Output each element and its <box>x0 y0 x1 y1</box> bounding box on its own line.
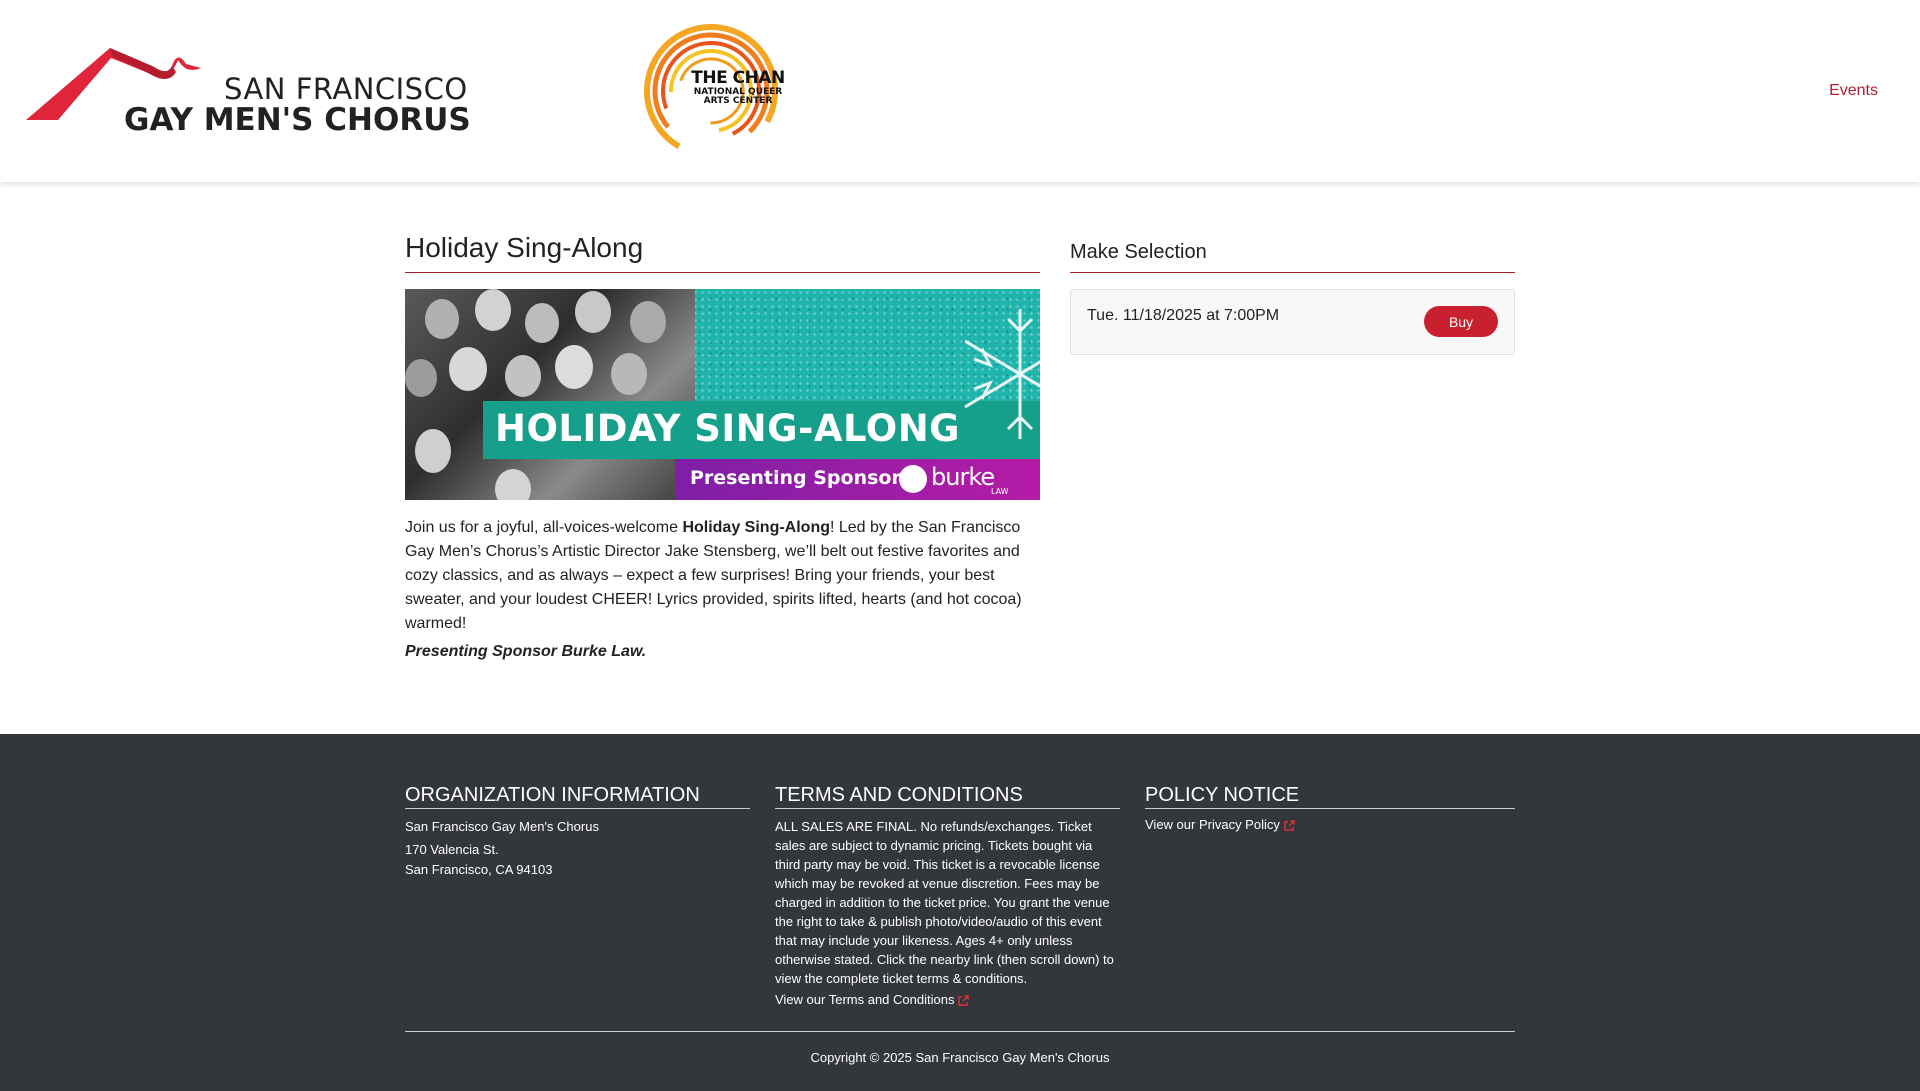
burke-logo-mark-icon <box>899 465 927 493</box>
org-address-line2: San Francisco, CA 94103 <box>405 862 553 877</box>
footer-org-info: ORGANIZATION INFORMATION San Francisco G… <box>405 784 750 879</box>
copyright-text: Copyright © 2025 San Francisco Gay Men's… <box>810 1050 1110 1065</box>
external-link-icon <box>958 994 970 1006</box>
org-name: San Francisco Gay Men's Chorus <box>405 819 599 834</box>
snowflake-icon <box>964 309 1040 439</box>
buy-button[interactable]: Buy <box>1424 306 1498 337</box>
description-event-name: Holiday Sing-Along <box>682 519 830 536</box>
banner-sponsor-label: Presenting Sponsor <box>690 467 901 489</box>
performance-date: Tue. 11/18/2025 at 7:00PM <box>1087 307 1280 324</box>
site-header: SAN FRANCISCO GAY MEN'S CHORUS THE CHAN … <box>0 0 1920 182</box>
external-link-icon <box>1284 819 1295 831</box>
event-title: Holiday Sing-Along <box>405 232 1040 273</box>
terms-link[interactable]: View our Terms and Conditions <box>775 992 970 1007</box>
presenting-sponsor-line: Presenting Sponsor Burke Law. <box>405 643 647 660</box>
policy-heading: POLICY NOTICE <box>1145 784 1515 809</box>
privacy-link-label: View our Privacy Policy <box>1145 817 1280 832</box>
nav-events-link[interactable]: Events <box>1829 82 1878 100</box>
sfgmc-logo-line1: SAN FRANCISCO <box>224 72 468 106</box>
site-footer: ORGANIZATION INFORMATION San Francisco G… <box>0 734 1920 1091</box>
privacy-policy-link[interactable]: View our Privacy Policy <box>1145 817 1295 832</box>
performance-card: Tue. 11/18/2025 at 7:00PM Buy <box>1070 289 1515 355</box>
event-banner-image: HOLIDAY SING-ALONG Presenting Sponsor bu… <box>405 289 1040 500</box>
chan-logo-line3: ARTS CENTER <box>703 96 773 106</box>
description-intro: Join us for a joyful, all-voices-welcome <box>405 519 683 536</box>
terms-link-label: View our Terms and Conditions <box>775 992 955 1007</box>
chan-logo-line1: THE CHAN <box>691 68 785 88</box>
terms-text: ALL SALES ARE FINAL. No refunds/exchange… <box>775 819 1114 986</box>
footer-divider <box>405 1031 1515 1032</box>
footer-terms: TERMS AND CONDITIONS ALL SALES ARE FINAL… <box>775 784 1120 1009</box>
footer-policy: POLICY NOTICE View our Privacy Policy <box>1145 784 1515 834</box>
banner-headline: HOLIDAY SING-ALONG <box>495 407 961 450</box>
terms-heading: TERMS AND CONDITIONS <box>775 784 1120 809</box>
make-selection-title: Make Selection <box>1070 240 1515 273</box>
make-selection-panel: Make Selection Tue. 11/18/2025 at 7:00PM… <box>1070 240 1515 355</box>
chan-logo[interactable]: THE CHAN NATIONAL QUEER ARTS CENTER <box>641 22 785 160</box>
chan-logo-text: THE CHAN NATIONAL QUEER ARTS CENTER <box>691 70 785 106</box>
sfgmc-logo-line2: GAY MEN'S CHORUS <box>124 102 471 138</box>
event-details: Holiday Sing-Along HOLIDAY SING-ALONG Pr… <box>405 232 1040 664</box>
event-description: Join us for a joyful, all-voices-welcome… <box>405 516 1040 636</box>
sfgmc-logo[interactable]: SAN FRANCISCO GAY MEN'S CHORUS <box>26 46 471 138</box>
banner-chorus-photo <box>405 289 695 500</box>
org-info-heading: ORGANIZATION INFORMATION <box>405 784 750 809</box>
org-address-line1: 170 Valencia St. <box>405 842 499 857</box>
